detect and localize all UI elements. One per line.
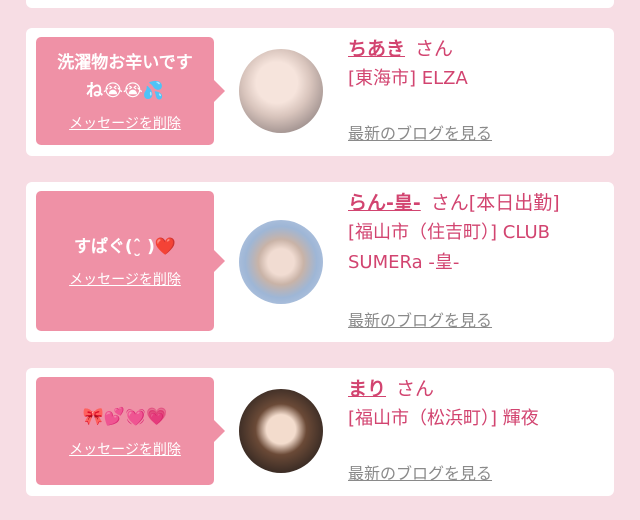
latest-blog-link[interactable]: 最新のブログを見る — [348, 120, 492, 144]
delete-message-link[interactable]: メッセージを削除 — [69, 113, 181, 133]
favorite-card: 🎀💕💓💗 メッセージを削除 まり さん [福山市（松浜町）] 輝夜 最新のブログを… — [26, 368, 614, 496]
profile-name-link[interactable]: まり — [348, 378, 386, 400]
name-row: まり さん — [348, 374, 608, 404]
favorite-card: 洗濯物お辛いです ね😭😭💦 メッセージを削除 ちあき さん [東海市] ELZA … — [26, 28, 614, 156]
message-text: すぱぐ(ˆ̮ )❤️ — [73, 237, 177, 257]
profile-info: まり さん [福山市（松浜町）] 輝夜 — [348, 374, 608, 434]
previous-card-edge — [26, 0, 614, 8]
favorite-card: すぱぐ(ˆ̮ )❤️ メッセージを削除 らん-皇- さん[本日出勤] [福山市（住… — [26, 182, 614, 342]
shop-label: [福山市（松浜町）] 輝夜 — [348, 408, 539, 429]
avatar[interactable] — [239, 220, 323, 304]
profile-info: ちあき さん [東海市] ELZA — [348, 34, 608, 94]
honorific: さん — [430, 192, 469, 214]
honorific: さん — [415, 38, 454, 60]
message-text: 🎀💕💓💗 — [82, 407, 168, 427]
name-row: ちあき さん — [348, 34, 608, 64]
honorific: さん — [396, 378, 435, 400]
latest-blog-link[interactable]: 最新のブログを見る — [348, 307, 492, 331]
profile-name-link[interactable]: ちあき — [348, 38, 405, 60]
message-text: 洗濯物お辛いです ね😭😭💦 — [57, 53, 193, 101]
latest-blog-link[interactable]: 最新のブログを見る — [348, 460, 492, 484]
message-bubble: 🎀💕💓💗 メッセージを削除 — [36, 377, 225, 485]
shop-label: [東海市] ELZA — [348, 68, 468, 89]
message-bubble: すぱぐ(ˆ̮ )❤️ メッセージを削除 — [36, 191, 225, 331]
shift-status: [本日出勤] — [468, 192, 560, 214]
message-bubble: 洗濯物お辛いです ね😭😭💦 メッセージを削除 — [36, 37, 225, 145]
delete-message-link[interactable]: メッセージを削除 — [69, 269, 181, 289]
delete-message-link[interactable]: メッセージを削除 — [69, 439, 181, 459]
shop-label: [福山市（住吉町）] CLUB SUMERa -皇- — [348, 222, 550, 273]
profile-info: らん-皇- さん[本日出勤] [福山市（住吉町）] CLUB SUMERa -皇- — [348, 188, 608, 278]
name-row: らん-皇- さん[本日出勤] — [348, 188, 608, 218]
avatar[interactable] — [239, 389, 323, 473]
profile-name-link[interactable]: らん-皇- — [348, 192, 421, 214]
avatar[interactable] — [239, 49, 323, 133]
